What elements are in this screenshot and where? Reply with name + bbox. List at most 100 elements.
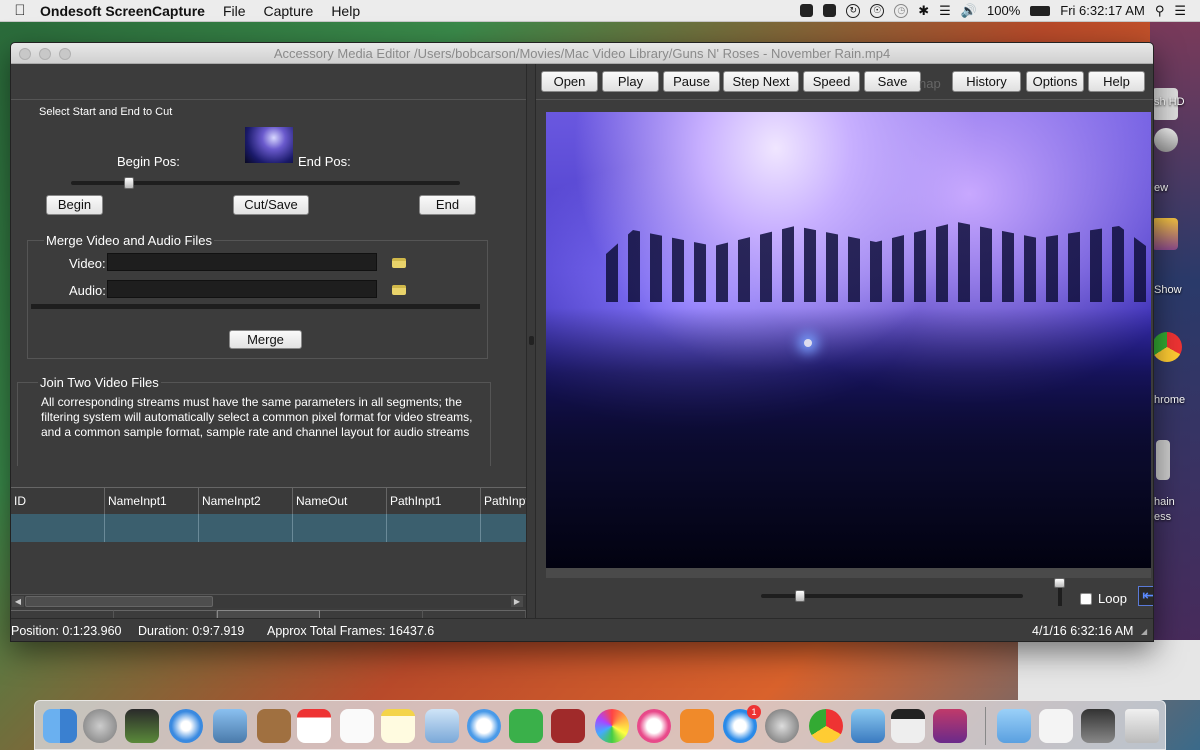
open-button[interactable]: Open bbox=[541, 71, 598, 92]
bluetooth-icon[interactable]: ✱ bbox=[918, 3, 929, 19]
options-button[interactable]: Options bbox=[1026, 71, 1084, 92]
sync-status-icon[interactable]: ↻ bbox=[846, 3, 861, 18]
media-editor-dock-icon[interactable] bbox=[933, 709, 967, 743]
stage-silhouettes bbox=[606, 222, 1146, 302]
battery-percent[interactable]: 100% bbox=[987, 3, 1020, 18]
menu-file[interactable]: File bbox=[223, 3, 246, 19]
system-preferences-icon[interactable] bbox=[765, 709, 799, 743]
cut-save-button[interactable]: Cut/Save bbox=[233, 195, 309, 215]
volume-slider-thumb[interactable] bbox=[1054, 578, 1065, 588]
app-menu[interactable]: Ondesoft ScreenCapture bbox=[40, 3, 205, 19]
documents-stack-icon[interactable] bbox=[1039, 709, 1073, 743]
desktop-window-fragment bbox=[1018, 640, 1200, 700]
keychain-icon[interactable] bbox=[1156, 440, 1170, 480]
preview-icon[interactable] bbox=[1154, 128, 1178, 152]
launchpad-icon[interactable] bbox=[83, 709, 117, 743]
column-header-nameout[interactable]: NameOut bbox=[293, 488, 387, 515]
downloads-stack-icon[interactable] bbox=[1081, 709, 1115, 743]
loop-checkbox[interactable] bbox=[1080, 593, 1092, 605]
column-header-pathinpt1[interactable]: PathInpt1 bbox=[387, 488, 481, 515]
reminders-icon[interactable] bbox=[340, 709, 374, 743]
record-status-icon[interactable] bbox=[823, 4, 837, 17]
clock[interactable]: Fri 6:32:17 AM bbox=[1060, 3, 1145, 18]
fullscreen-toggle-icon[interactable]: ⇤ bbox=[1138, 586, 1153, 606]
scroll-left-icon[interactable]: ◀ bbox=[12, 596, 24, 607]
desktop-label-preview: ew bbox=[1154, 182, 1169, 194]
play-button[interactable]: Play bbox=[602, 71, 659, 92]
video-folder-icon[interactable] bbox=[392, 258, 406, 268]
end-pos-label: End Pos: bbox=[298, 154, 351, 169]
chrome-icon[interactable] bbox=[809, 709, 843, 743]
photos-icon[interactable] bbox=[595, 709, 629, 743]
zoom-button[interactable] bbox=[59, 48, 71, 60]
column-header-id[interactable]: ID bbox=[11, 488, 105, 515]
xcode-icon[interactable] bbox=[851, 709, 885, 743]
itunes-icon[interactable] bbox=[637, 709, 671, 743]
column-header-nameinpt2[interactable]: NameInpt2 bbox=[199, 488, 293, 515]
table-cell[interactable] bbox=[199, 514, 293, 542]
left-top-strip bbox=[11, 64, 526, 100]
resize-grip-icon[interactable]: ◢ bbox=[1141, 619, 1147, 641]
mission-control-icon[interactable] bbox=[125, 709, 159, 743]
chrome-desktop-icon[interactable] bbox=[1152, 332, 1182, 362]
table-cell[interactable] bbox=[11, 514, 105, 542]
clapper-icon[interactable] bbox=[891, 709, 925, 743]
end-button[interactable]: End bbox=[419, 195, 476, 215]
battery-icon[interactable] bbox=[1030, 5, 1051, 16]
applications-folder-icon[interactable] bbox=[997, 709, 1031, 743]
merge-progress-bar bbox=[31, 304, 480, 309]
accessibility-icon[interactable]: ☉ bbox=[870, 3, 885, 18]
table-cell[interactable] bbox=[293, 514, 387, 542]
table-horizontal-scrollbar[interactable]: ◀ ▶ bbox=[11, 594, 526, 608]
safari-icon[interactable] bbox=[169, 709, 203, 743]
notes-icon[interactable] bbox=[381, 709, 415, 743]
video-file-field[interactable] bbox=[107, 253, 377, 271]
step-next-button[interactable]: Step Next bbox=[723, 71, 799, 92]
help-button[interactable]: Help bbox=[1088, 71, 1145, 92]
close-button[interactable] bbox=[19, 48, 31, 60]
audio-file-field[interactable] bbox=[107, 280, 377, 298]
speed-button[interactable]: Speed bbox=[803, 71, 860, 92]
contacts-icon[interactable] bbox=[257, 709, 291, 743]
lock-status-icon[interactable] bbox=[800, 4, 814, 17]
cut-slider-thumb[interactable] bbox=[124, 177, 135, 189]
seek-slider-thumb[interactable] bbox=[795, 590, 806, 602]
pause-button[interactable]: Pause bbox=[663, 71, 720, 92]
menu-help[interactable]: Help bbox=[331, 3, 360, 19]
video-label: Video: bbox=[69, 256, 106, 271]
audio-folder-icon[interactable] bbox=[392, 285, 406, 295]
column-header-nameinpt1[interactable]: NameInpt1 bbox=[105, 488, 199, 515]
mail-bird-icon[interactable] bbox=[213, 709, 247, 743]
video-frame[interactable] bbox=[546, 112, 1151, 568]
merge-button[interactable]: Merge bbox=[229, 330, 302, 349]
begin-button[interactable]: Begin bbox=[46, 195, 103, 215]
menu-capture[interactable]: Capture bbox=[264, 3, 314, 19]
window-title: Accessory Media Editor /Users/bobcarson/… bbox=[273, 46, 891, 61]
photo-booth-icon[interactable] bbox=[551, 709, 585, 743]
divider-handle[interactable] bbox=[529, 336, 534, 345]
notification-center-icon[interactable]: ☰ bbox=[1174, 3, 1186, 19]
preview-app-icon[interactable] bbox=[425, 709, 459, 743]
wifi-icon[interactable]: ☰ bbox=[939, 3, 951, 19]
spotlight-icon[interactable]: ⚲ bbox=[1155, 3, 1165, 19]
table-cell[interactable] bbox=[105, 514, 199, 542]
trash-icon[interactable] bbox=[1125, 709, 1159, 743]
messages-icon[interactable] bbox=[467, 709, 501, 743]
slideshow-app-icon[interactable] bbox=[1152, 218, 1178, 250]
ibooks-icon[interactable] bbox=[680, 709, 714, 743]
volume-icon[interactable]: 🔊 bbox=[961, 3, 977, 19]
apple-menu-icon[interactable]:  bbox=[0, 2, 40, 19]
calendar-icon[interactable] bbox=[297, 709, 331, 743]
history-button[interactable]: History bbox=[952, 71, 1021, 92]
save-button[interactable]: Save bbox=[864, 71, 921, 92]
time-machine-icon[interactable]: ◷ bbox=[894, 3, 909, 18]
split-divider[interactable] bbox=[526, 64, 536, 618]
scroll-right-icon[interactable]: ▶ bbox=[511, 596, 523, 607]
minimize-button[interactable] bbox=[39, 48, 51, 60]
table-row[interactable] bbox=[11, 514, 575, 542]
scroll-thumb[interactable] bbox=[25, 596, 213, 607]
finder-icon[interactable] bbox=[43, 709, 77, 743]
table-cell[interactable] bbox=[387, 514, 481, 542]
facetime-icon[interactable] bbox=[509, 709, 543, 743]
app-store-badge: 1 bbox=[747, 705, 761, 719]
